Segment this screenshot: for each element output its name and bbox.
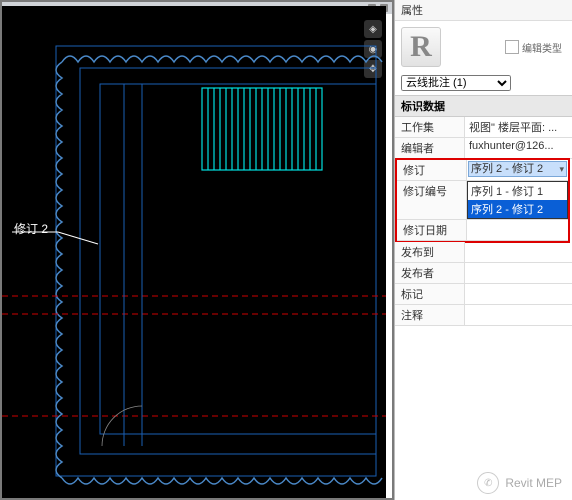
type-selector[interactable]: 云线批注 (1) xyxy=(401,75,511,91)
revision-highlight-group: 修订 序列 2 - 修订 2 修订编号 序列 1 - 修订 1 序列 2 - 修… xyxy=(395,158,570,243)
section-identity[interactable]: 标识数据 xyxy=(395,96,572,117)
dropdown-option-2[interactable]: 序列 2 - 修订 2 xyxy=(468,200,567,218)
wechat-icon: ✆ xyxy=(477,472,499,494)
drawing-canvas[interactable]: ◈ ◉ ✥ xyxy=(0,0,394,500)
row-workset[interactable]: 工作集 视图" 楼层平面: ... xyxy=(395,117,572,138)
edit-type-icon xyxy=(505,40,519,54)
row-editor[interactable]: 编辑者 fuxhunter@126... xyxy=(395,138,572,159)
edit-type-label: 编辑类型 xyxy=(522,40,562,55)
row-mark[interactable]: 标记 xyxy=(395,284,572,305)
properties-grid: 标识数据 工作集 视图" 楼层平面: ... 编辑者 fuxhunter@126… xyxy=(395,95,572,326)
row-revision[interactable]: 修订 序列 2 - 修订 2 xyxy=(397,160,568,181)
revit-logo-icon: R xyxy=(401,27,441,67)
revision-tag[interactable]: 修订 2 xyxy=(14,220,48,237)
row-issued-by[interactable]: 发布者 xyxy=(395,263,572,284)
watermark-text: Revit MEP xyxy=(505,476,562,490)
cad-drawing xyxy=(2,6,386,498)
edit-type-button[interactable]: 编辑类型 xyxy=(505,40,566,55)
hatched-element xyxy=(202,88,322,170)
dropdown-option-1[interactable]: 序列 1 - 修订 1 xyxy=(468,182,567,200)
properties-panel: 属性 R 编辑类型 云线批注 (1) 标识数据 工作集 视图" 楼层平面: ..… xyxy=(394,0,572,500)
row-comment[interactable]: 注释 xyxy=(395,305,572,326)
panel-title: 属性 xyxy=(395,0,572,21)
row-revision-date[interactable]: 修订日期 xyxy=(397,220,568,241)
watermark: ✆ Revit MEP xyxy=(477,472,562,494)
row-issued-to[interactable]: 发布到 xyxy=(395,242,572,263)
revision-dropdown[interactable]: 序列 2 - 修订 2 xyxy=(468,161,567,177)
row-revision-number[interactable]: 修订编号 序列 1 - 修订 1 序列 2 - 修订 2 xyxy=(397,181,568,220)
revision-dropdown-list[interactable]: 序列 1 - 修订 1 序列 2 - 修订 2 xyxy=(467,181,568,219)
